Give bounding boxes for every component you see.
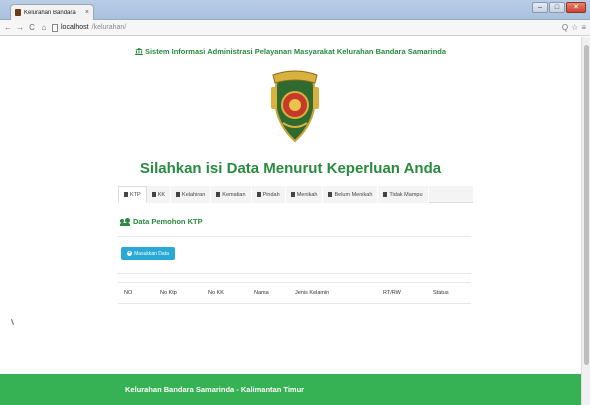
search-icon[interactable]: Q bbox=[562, 23, 568, 32]
column-header-nama: Nama bbox=[248, 282, 289, 304]
document-icon bbox=[124, 192, 128, 197]
tab-belum-menikah[interactable]: Belum Menikah bbox=[323, 186, 379, 203]
institution-icon bbox=[135, 48, 143, 55]
toolbar-right-icons: Q ☆ ≡ bbox=[562, 23, 586, 32]
table-header-row: NO No Ktp No KK Nama Jenis Kelamin RT/RW… bbox=[118, 282, 471, 304]
address-path: /kelurahan/ bbox=[91, 24, 127, 31]
browser-tab[interactable]: Kelurahan Bandara × bbox=[10, 4, 94, 20]
tab-kelahiran[interactable]: Kelahiran bbox=[171, 186, 212, 203]
close-window-button[interactable]: ✕ bbox=[566, 2, 586, 13]
home-icon[interactable]: ⌂ bbox=[40, 21, 48, 35]
document-icon bbox=[290, 192, 295, 197]
mouse-cursor-mark bbox=[11, 319, 14, 325]
column-header-rt-rw: RT/RW bbox=[377, 282, 427, 304]
browser-titlebar: Kelurahan Bandara × – □ ✕ bbox=[0, 0, 590, 20]
maximize-button[interactable]: □ bbox=[549, 2, 565, 13]
tab-label: Kelahiran bbox=[182, 191, 206, 198]
page-content: Sistem Informasi Administrasi Pelayanan … bbox=[0, 37, 581, 405]
window-controls: – □ ✕ bbox=[532, 2, 586, 13]
document-icon bbox=[328, 192, 333, 197]
menu-icon[interactable]: ≡ bbox=[581, 23, 586, 32]
address-bar[interactable]: localhost/kelurahan/ bbox=[52, 22, 554, 34]
document-icon bbox=[383, 192, 388, 197]
divider bbox=[118, 236, 471, 237]
tab-label: Menikah bbox=[296, 191, 318, 198]
city-emblem-logo bbox=[271, 70, 319, 143]
system-title: Sistem Informasi Administrasi Pelayanan … bbox=[0, 47, 581, 56]
favicon-icon bbox=[15, 9, 21, 16]
document-icon bbox=[176, 192, 181, 197]
section-title: Data Pemohon KTP bbox=[120, 217, 203, 226]
scrollbar-thumb[interactable] bbox=[584, 45, 589, 365]
tab-menikah[interactable]: Menikah bbox=[285, 186, 324, 203]
column-header-no-kk: No KK bbox=[202, 282, 248, 304]
add-data-label: Masukkan Data bbox=[134, 250, 169, 257]
service-tabs: KTP KK Kelahiran Kematian Pindah Menikah bbox=[118, 186, 473, 203]
column-header-jenis-kelamin: Jenis Kelamin bbox=[289, 282, 377, 304]
column-header-status: Status bbox=[427, 282, 471, 304]
tab-strip-filler bbox=[428, 186, 473, 202]
tab-title: Kelurahan Bandara bbox=[24, 9, 76, 16]
page-icon bbox=[52, 23, 58, 32]
tab-label: Tidak Mampu bbox=[389, 191, 423, 198]
document-icon bbox=[256, 192, 261, 197]
back-icon[interactable]: ← bbox=[4, 21, 12, 35]
address-host: localhost bbox=[61, 24, 89, 31]
tab-close-icon[interactable]: × bbox=[85, 9, 89, 16]
tab-kk[interactable]: KK bbox=[146, 186, 172, 203]
system-title-text: Sistem Informasi Administrasi Pelayanan … bbox=[144, 47, 447, 56]
tab-ktp[interactable]: KTP bbox=[118, 186, 147, 203]
footer: Kelurahan Bandara Samarinda - Kalimantan… bbox=[0, 374, 581, 405]
divider bbox=[118, 273, 471, 274]
add-data-button[interactable]: + Masukkan Data bbox=[121, 247, 175, 260]
tab-tidak-mampu[interactable]: Tidak Mampu bbox=[378, 186, 429, 203]
tab-label: KTP bbox=[130, 191, 141, 198]
users-icon bbox=[120, 217, 130, 226]
tab-pindah[interactable]: Pindah bbox=[251, 186, 286, 203]
star-icon[interactable]: ☆ bbox=[571, 23, 578, 32]
document-icon bbox=[216, 192, 221, 197]
tab-label: Belum Menikah bbox=[334, 191, 373, 198]
browser-toolbar: ← → C ⌂ localhost/kelurahan/ Q ☆ ≡ bbox=[0, 20, 590, 36]
minimize-button[interactable]: – bbox=[532, 2, 548, 13]
applicant-table: NO No Ktp No KK Nama Jenis Kelamin RT/RW… bbox=[118, 282, 471, 304]
reload-icon[interactable]: C bbox=[28, 21, 36, 35]
section-title-text: Data Pemohon KTP bbox=[133, 217, 203, 226]
tab-label: Pindah bbox=[262, 191, 280, 198]
footer-text: Kelurahan Bandara Samarinda - Kalimantan… bbox=[125, 385, 305, 394]
vertical-scrollbar[interactable] bbox=[581, 37, 590, 405]
forward-icon[interactable]: → bbox=[16, 21, 24, 35]
document-icon bbox=[151, 192, 156, 197]
column-header-no-ktp: No Ktp bbox=[154, 282, 202, 304]
page-heading: Silahkan isi Data Menurut Keperluan Anda bbox=[139, 160, 442, 177]
column-header-no: NO bbox=[118, 282, 154, 304]
tab-kematian[interactable]: Kematian bbox=[211, 186, 252, 203]
tab-label: Kematian bbox=[222, 191, 246, 198]
browser-window: Kelurahan Bandara × – □ ✕ ← → C ⌂ localh… bbox=[0, 0, 590, 405]
tab-label: KK bbox=[157, 191, 166, 198]
plus-circle-icon: + bbox=[127, 250, 133, 256]
